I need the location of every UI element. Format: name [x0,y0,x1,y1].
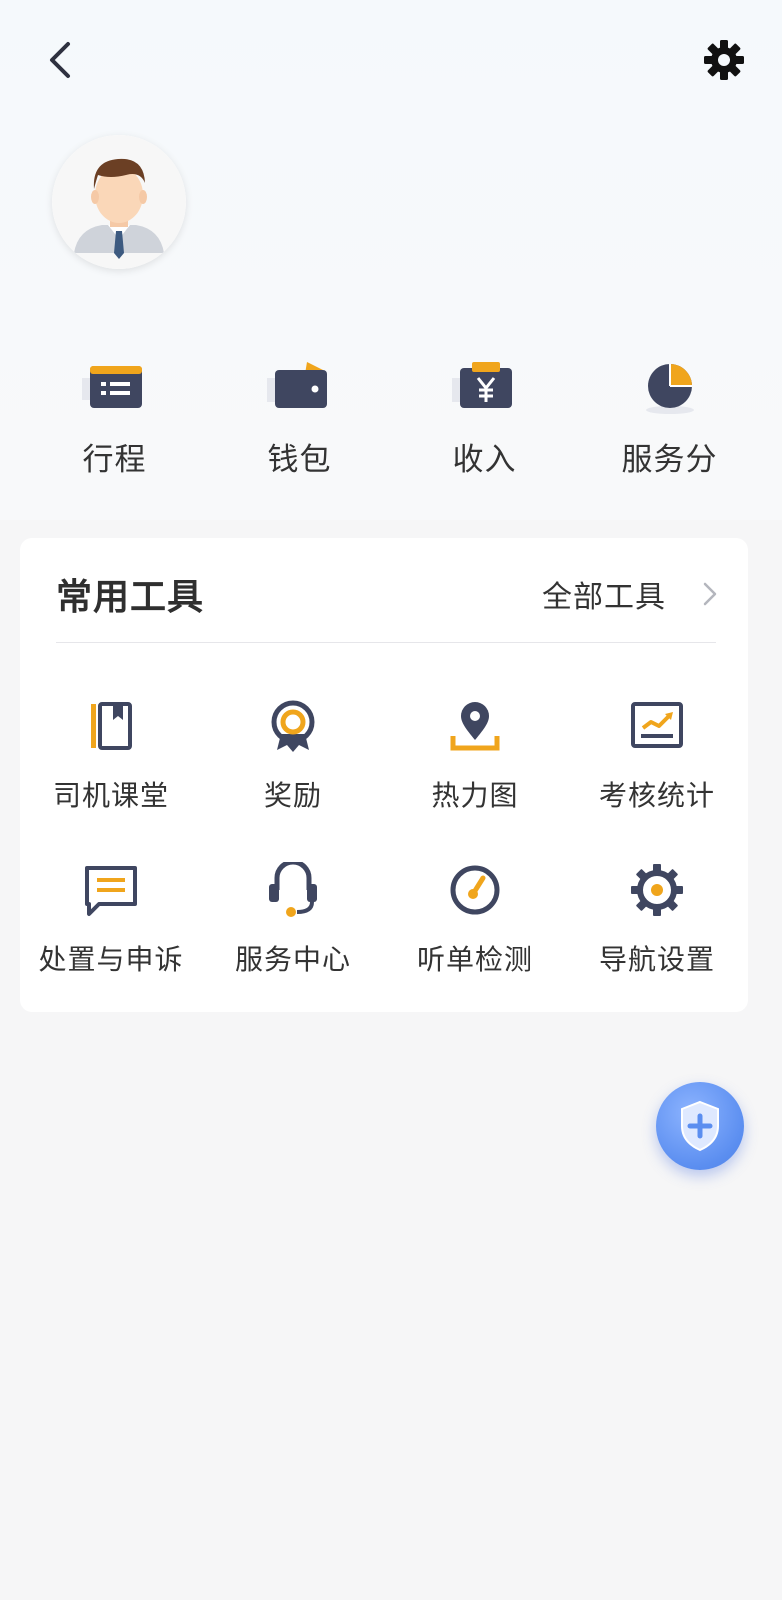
gear-icon [631,864,683,916]
tool-label: 处置与申诉 [38,943,184,976]
quick-action-income[interactable]: 收入 [392,360,577,480]
book-icon [91,702,132,750]
wallet-icon [266,362,327,408]
all-tools-link[interactable]: 全部工具 [542,572,718,616]
tool-driver-class[interactable]: 司机课堂 [20,698,202,814]
tool-assessment-stats[interactable]: 考核统计 [566,698,748,814]
quick-action-label: 钱包 [267,442,332,478]
quick-action-wallet[interactable]: 钱包 [207,360,392,480]
quick-action-label: 服务分 [621,442,718,478]
quick-actions: 行程 钱包 收入 服务分 [22,360,762,480]
tool-label: 热力图 [431,779,519,812]
tool-service-center[interactable]: 服务中心 [202,862,384,978]
tools-grid: 司机课堂 奖励 热力图 考核统计 处置与申诉 服务中心 听单检测 导航设置 [20,698,748,978]
all-tools-label: 全部工具 [542,580,666,615]
stats-chart-icon [631,702,683,748]
settings-button[interactable] [702,38,746,82]
tool-reward[interactable]: 奖励 [202,698,384,814]
quick-action-label: 行程 [82,442,147,478]
tool-heatmap[interactable]: 热力图 [384,698,566,814]
driver-avatar-icon [52,135,186,269]
quick-action-trip[interactable]: 行程 [22,360,207,480]
tool-label: 司机课堂 [52,779,169,812]
headset-icon [269,862,317,917]
income-icon [451,362,512,408]
safety-button[interactable] [656,1082,744,1170]
back-button[interactable] [42,38,82,82]
trip-icon [81,366,142,408]
tool-label: 导航设置 [598,943,715,976]
tool-label: 听单检测 [416,943,533,976]
divider [56,642,716,643]
message-icon [85,866,137,916]
avatar[interactable] [52,135,186,269]
quick-action-service-score[interactable]: 服务分 [577,360,762,480]
gear-icon [704,40,744,80]
service-score-icon [645,364,694,414]
chevron-left-icon [50,42,70,78]
tool-order-detection[interactable]: 听单检测 [384,862,566,978]
tools-title: 常用工具 [56,577,205,618]
chevron-right-icon [703,582,717,606]
medal-icon [271,700,315,752]
shield-plus-icon [681,1100,719,1152]
map-pin-icon [450,702,500,751]
profile-header: 行程 钱包 收入 服务分 [0,0,782,520]
quick-action-label: 收入 [452,442,517,478]
tool-handling-appeal[interactable]: 处置与申诉 [20,862,202,978]
gauge-icon [450,865,500,915]
tool-label: 考核统计 [598,779,715,812]
tool-navigation-settings[interactable]: 导航设置 [566,862,748,978]
tool-label: 奖励 [263,779,322,812]
common-tools-card: 常用工具 全部工具 司机课堂 奖励 热力图 考核统计 处置与申诉 服务中心 听单… [20,538,748,1012]
tool-label: 服务中心 [234,943,351,976]
